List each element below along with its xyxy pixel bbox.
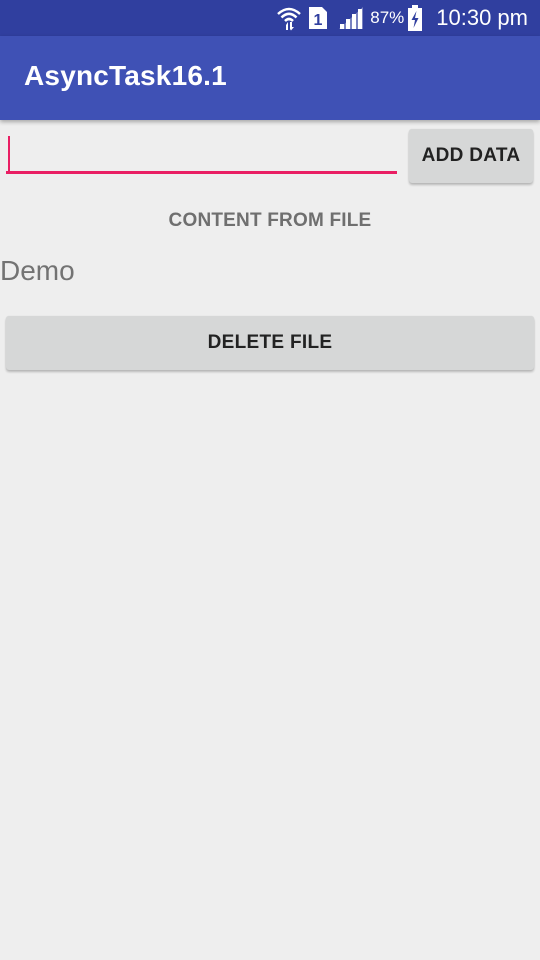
status-icons: 1 87% 10:30 pm	[276, 0, 528, 36]
sim-icon: 1	[308, 6, 328, 30]
status-time: 10:30 pm	[436, 5, 528, 30]
status-bar: 1 87% 10:30 pm	[0, 0, 540, 36]
battery-percent: 87%	[370, 8, 405, 27]
content-header: CONTENT FROM FILE	[168, 210, 372, 231]
add-data-button[interactable]: ADD DATA	[409, 129, 533, 183]
wifi-icon	[276, 5, 302, 31]
sim-slot-label: 1	[314, 12, 323, 29]
battery-charging-icon	[408, 5, 423, 31]
app-bar: AsyncTask16.1	[0, 36, 540, 120]
signal-icon	[338, 6, 364, 30]
delete-file-button[interactable]: DELETE FILE	[6, 316, 534, 370]
text-cursor	[8, 136, 10, 172]
app-title: AsyncTask16.1	[24, 60, 227, 91]
file-content-text: Demo	[0, 255, 75, 286]
data-input[interactable]	[6, 134, 397, 174]
